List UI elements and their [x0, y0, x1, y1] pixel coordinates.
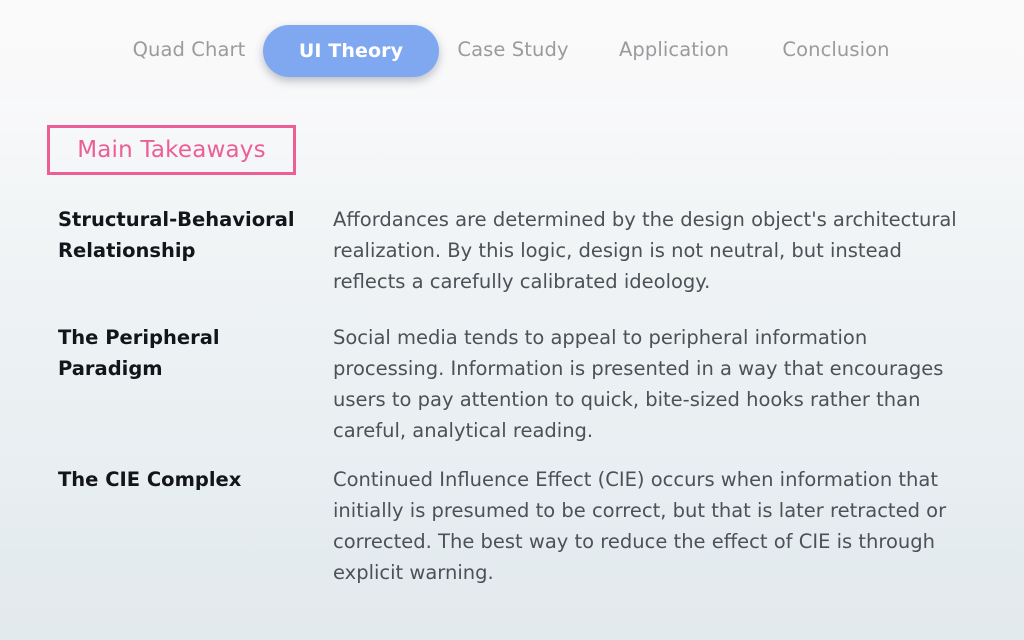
nav-tab-case-study[interactable]: Case Study	[443, 26, 583, 74]
main-takeaways-title-box: Main Takeaways	[47, 125, 296, 175]
slide-root: Quad Chart UI Theory Case Study Applicat…	[0, 0, 1024, 640]
takeaways-list: Structural-Behavioral Relationship Affor…	[0, 196, 1024, 596]
takeaway-body: Affordances are determined by the design…	[333, 208, 957, 293]
nav-tab-quad-chart[interactable]: Quad Chart	[118, 26, 260, 74]
takeaway-body: Continued Influence Effect (CIE) occurs …	[333, 468, 947, 584]
nav-tab-conclusion[interactable]: Conclusion	[765, 26, 907, 74]
takeaway-row: The CIE Complex Continued Influence Effe…	[0, 456, 1024, 596]
takeaway-body: Social media tends to appeal to peripher…	[333, 326, 944, 442]
takeaway-row: The Peripheral Paradigm Social media ten…	[0, 314, 1024, 456]
takeaway-heading: The CIE Complex	[58, 468, 242, 491]
section-title: Main Takeaways	[77, 137, 266, 163]
nav-tabs: Quad Chart UI Theory Case Study Applicat…	[0, 0, 1024, 100]
takeaway-row: Structural-Behavioral Relationship Affor…	[0, 196, 1024, 314]
takeaway-heading: Structural-Behavioral Relationship	[58, 208, 295, 262]
nav-tab-application[interactable]: Application	[603, 26, 745, 74]
header-bar: Quad Chart UI Theory Case Study Applicat…	[0, 0, 1024, 100]
takeaway-heading: The Peripheral Paradigm	[58, 326, 220, 380]
nav-tab-ui-theory[interactable]: UI Theory	[263, 25, 439, 77]
